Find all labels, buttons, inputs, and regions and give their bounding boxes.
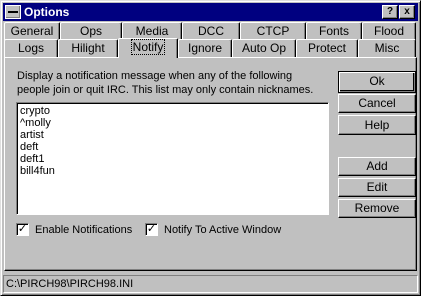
tab-label: DCC bbox=[198, 24, 224, 38]
list-item[interactable]: deft1 bbox=[20, 153, 325, 165]
tab-label: Notify bbox=[130, 39, 166, 55]
tab-ops[interactable]: Ops bbox=[60, 22, 122, 40]
notify-active-window-label: Notify To Active Window bbox=[164, 223, 282, 236]
tab-hilight[interactable]: Hilight bbox=[58, 39, 118, 57]
tab-row-1: General Ops Media DCC CTCP Fonts Flood bbox=[4, 22, 416, 40]
title-bar[interactable]: Options ? x bbox=[3, 3, 418, 21]
list-item[interactable]: bill4fun bbox=[20, 165, 325, 177]
enable-notifications-label: Enable Notifications bbox=[35, 223, 133, 236]
list-item[interactable]: deft bbox=[20, 141, 325, 153]
cancel-button[interactable]: Cancel bbox=[338, 94, 416, 113]
tab-label: Flood bbox=[373, 24, 405, 38]
tab-logs[interactable]: Logs bbox=[4, 39, 58, 57]
tab-label: Ops bbox=[79, 24, 102, 38]
list-item[interactable]: crypto bbox=[20, 105, 325, 117]
window-title: Options bbox=[24, 5, 70, 19]
tab-label: Protect bbox=[307, 41, 346, 55]
tab-auto-op[interactable]: Auto Op bbox=[232, 39, 296, 57]
tab-label: CTCP bbox=[256, 24, 290, 38]
tab-dcc[interactable]: DCC bbox=[182, 22, 240, 40]
add-button[interactable]: Add bbox=[338, 157, 416, 176]
config-path: C:\PIRCH98\PIRCH98.INI bbox=[6, 278, 134, 290]
tab-notify[interactable]: Notify bbox=[118, 38, 178, 58]
tab-label: Hilight bbox=[71, 41, 105, 55]
tab-label: Auto Op bbox=[241, 41, 287, 55]
help-button[interactable]: Help bbox=[338, 115, 416, 135]
window-menu-icon[interactable] bbox=[5, 5, 21, 19]
tab-label: General bbox=[10, 24, 54, 38]
tab-ignore[interactable]: Ignore bbox=[178, 39, 232, 57]
notify-description: Display a notification message when any … bbox=[17, 70, 314, 96]
tab-row-2: Logs Hilight Notify Ignore Auto Op Prote… bbox=[4, 38, 416, 58]
ok-button[interactable]: Ok bbox=[338, 71, 416, 93]
tab-protect[interactable]: Protect bbox=[296, 39, 358, 57]
tab-fonts[interactable]: Fonts bbox=[306, 22, 362, 40]
tab-label: Misc bbox=[374, 41, 400, 55]
tab-label: Fonts bbox=[318, 24, 349, 38]
tab-misc[interactable]: Misc bbox=[358, 39, 416, 57]
list-item[interactable]: ^molly bbox=[20, 117, 325, 129]
tab-label: Logs bbox=[17, 41, 45, 55]
tab-label: Ignore bbox=[187, 41, 223, 55]
status-bar: C:\PIRCH98\PIRCH98.INI bbox=[3, 275, 418, 293]
list-item[interactable]: artist bbox=[20, 129, 325, 141]
enable-notifications-checkbox[interactable]: ✓ Enable Notifications bbox=[16, 223, 132, 236]
checkmark-icon[interactable]: ✓ bbox=[145, 223, 158, 236]
edit-button[interactable]: Edit bbox=[338, 178, 416, 197]
tab-flood[interactable]: Flood bbox=[362, 22, 416, 40]
remove-button[interactable]: Remove bbox=[338, 199, 416, 218]
close-button[interactable]: x bbox=[399, 5, 415, 19]
notify-active-window-checkbox[interactable]: ✓ Notify To Active Window bbox=[145, 223, 281, 236]
options-dialog: Options ? x General Ops Media DCC CTCP F… bbox=[0, 0, 421, 296]
checkmark-icon[interactable]: ✓ bbox=[16, 223, 29, 236]
tab-label: Media bbox=[135, 24, 169, 38]
help-title-button[interactable]: ? bbox=[382, 5, 398, 19]
tab-general[interactable]: General bbox=[4, 22, 60, 40]
tab-ctcp[interactable]: CTCP bbox=[240, 22, 306, 40]
notify-nickname-list[interactable]: crypto ^molly artist deft deft1 bill4fun bbox=[16, 102, 329, 215]
